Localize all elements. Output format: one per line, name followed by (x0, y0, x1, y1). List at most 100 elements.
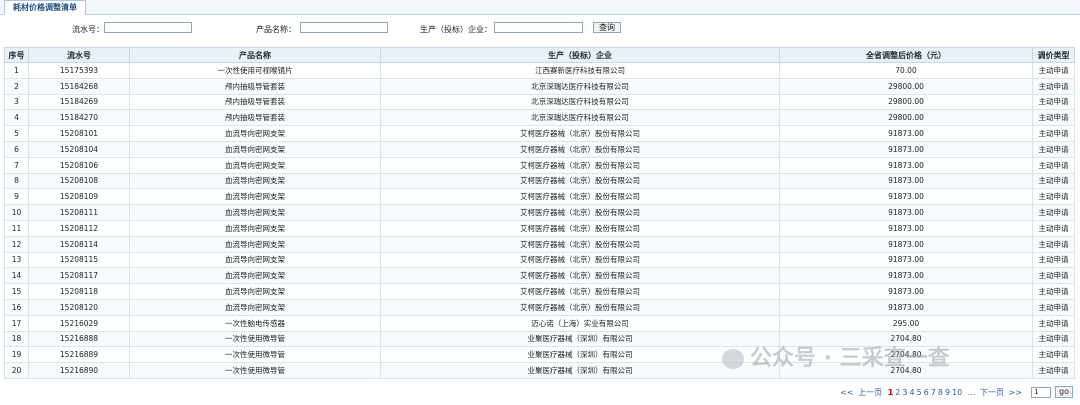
cell-price: 70.00 (779, 62, 1033, 79)
cell-price: 91873.00 (779, 267, 1033, 285)
pagination: << 上一页 12345678910 ... 下一页 >> go (839, 386, 1074, 400)
cell-type: 主动申请 (1032, 283, 1075, 300)
table-row: 5 15208101 血流导向密网支架 艾柯医疗器械（北京）股份有限公司 91873.0… (4, 125, 1075, 142)
pager-last[interactable]: >> (1009, 388, 1022, 397)
pager-pages: 1 2 3 4 5 6 7 8 9 10 (887, 388, 964, 397)
cell-product: 血流导向密网支架 (129, 235, 381, 253)
pager-prev[interactable]: 上一页 (858, 388, 882, 397)
table-row: 9 15208109 血流导向密网支架 艾柯医疗器械（北京）股份有限公司 91873.0… (4, 188, 1075, 206)
cell-product: 一次性脑电传感器 (129, 314, 381, 332)
query-button[interactable]: 查询 (593, 22, 621, 33)
cell-type: 主动申请 (1032, 235, 1075, 253)
col-header-index: 序号 (4, 47, 29, 63)
table-row: 6 15208104 血流导向密网支架 艾柯医疗器械（北京）股份有限公司 91873.0… (4, 140, 1075, 158)
cell-maker: 艾柯医疗器械（北京）股份有限公司 (380, 267, 780, 285)
cell-maker: 北京深瑞达医疗科技有限公司 (380, 109, 780, 127)
cell-maker: 艾柯医疗器械（北京）股份有限公司 (380, 188, 780, 206)
table-row: 7 15208106 血流导向密网支架 艾柯医疗器械（北京）股份有限公司 91873.0… (4, 156, 1075, 174)
cell-serial: 15208112 (28, 219, 130, 237)
search-form: 流水号： 产品名称： 生产（投标）企业： 查询 (0, 18, 1080, 40)
cell-maker: 业聚医疗器械（深圳）有限公司 (380, 346, 780, 364)
cell-price: 91873.00 (779, 125, 1033, 142)
cell-type: 主动申请 (1032, 172, 1075, 190)
cell-serial: 15216888 (28, 330, 130, 348)
cell-type: 主动申请 (1032, 314, 1075, 332)
cell-type: 主动申请 (1032, 251, 1075, 269)
pager-page-4[interactable]: 4 (909, 388, 914, 397)
pager-page-2[interactable]: 2 (895, 388, 900, 397)
cell-product: 颅内抽吸导管套装 (129, 77, 381, 95)
col-header-maker: 生产（投标）企业 (380, 47, 780, 63)
pager-page-6[interactable]: 6 (924, 388, 929, 397)
go-button[interactable]: go (1055, 386, 1073, 398)
cell-product: 一次性使用微导管 (129, 346, 381, 364)
pager-page-5[interactable]: 5 (917, 388, 922, 397)
cell-price: 91873.00 (779, 219, 1033, 237)
table-row: 14 15208117 血流导向密网支架 艾柯医疗器械（北京）股份有限公司 91873.… (4, 267, 1075, 285)
cell-type: 主动申请 (1032, 109, 1075, 127)
serial-label: 流水号： (72, 25, 104, 34)
cell-index: 14 (4, 267, 29, 285)
cell-index: 8 (4, 172, 29, 190)
table-row: 15 15208118 血流导向密网支架 艾柯医疗器械（北京）股份有限公司 91873.… (4, 283, 1075, 300)
cell-serial: 15184269 (28, 93, 130, 111)
cell-maker: 艾柯医疗器械（北京）股份有限公司 (380, 125, 780, 142)
cell-serial: 15175393 (28, 62, 130, 79)
cell-product: 血流导向密网支架 (129, 188, 381, 206)
cell-serial: 15216889 (28, 346, 130, 364)
cell-price: 91873.00 (779, 283, 1033, 300)
cell-index: 4 (4, 109, 29, 127)
pager-next[interactable]: 下一页 (980, 388, 1004, 397)
cell-price: 91873.00 (779, 235, 1033, 253)
cell-index: 15 (4, 283, 29, 300)
cell-index: 3 (4, 93, 29, 111)
pager-page-7[interactable]: 7 (931, 388, 936, 397)
cell-product: 血流导向密网支架 (129, 283, 381, 300)
product-input[interactable] (300, 22, 388, 33)
cell-product: 血流导向密网支架 (129, 219, 381, 237)
cell-maker: 艾柯医疗器械（北京）股份有限公司 (380, 204, 780, 221)
cell-type: 主动申请 (1032, 267, 1075, 285)
table-row: 11 15208112 血流导向密网支架 艾柯医疗器械（北京）股份有限公司 91873.… (4, 219, 1075, 237)
cell-maker: 业聚医疗器械（深圳）有限公司 (380, 330, 780, 348)
cell-index: 2 (4, 77, 29, 95)
cell-type: 主动申请 (1032, 298, 1075, 316)
cell-product: 血流导向密网支架 (129, 140, 381, 158)
cell-type: 主动申请 (1032, 362, 1075, 379)
pager-page-3[interactable]: 3 (902, 388, 907, 397)
cell-serial: 15208120 (28, 298, 130, 316)
cell-index: 6 (4, 140, 29, 158)
cell-price: 91873.00 (779, 156, 1033, 174)
pager-page-10[interactable]: 10 (952, 388, 962, 397)
pager-page-9[interactable]: 9 (945, 388, 950, 397)
cell-price: 91873.00 (779, 140, 1033, 158)
cell-price: 91873.00 (779, 204, 1033, 221)
cell-product: 血流导向密网支架 (129, 267, 381, 285)
cell-type: 主动申请 (1032, 346, 1075, 364)
cell-maker: 艾柯医疗器械（北京）股份有限公司 (380, 298, 780, 316)
pager-first[interactable]: << (840, 388, 853, 397)
tab-price-adjust-list[interactable]: 耗材价格调整清单 (4, 0, 86, 15)
cell-maker: 艾柯医疗器械（北京）股份有限公司 (380, 283, 780, 300)
cell-index: 20 (4, 362, 29, 379)
cell-maker: 艾柯医疗器械（北京）股份有限公司 (380, 140, 780, 158)
table-header-row: 序号 流水号 产品名称 生产（投标）企业 全省调整后价格（元） 调价类型 (4, 47, 1075, 63)
table-row: 13 15208115 血流导向密网支架 艾柯医疗器械（北京）股份有限公司 91873.… (4, 251, 1075, 269)
page-number-input[interactable] (1031, 386, 1052, 398)
cell-index: 7 (4, 156, 29, 174)
maker-input[interactable] (494, 22, 583, 33)
cell-type: 主动申请 (1032, 93, 1075, 111)
col-header-product: 产品名称 (129, 47, 381, 63)
col-header-type: 调价类型 (1032, 47, 1075, 63)
cell-type: 主动申请 (1032, 125, 1075, 142)
table-row: 4 15184270 颅内抽吸导管套装 北京深瑞达医疗科技有限公司 29800.00 主动… (4, 109, 1075, 127)
cell-index: 12 (4, 235, 29, 253)
cell-product: 一次性使用微导管 (129, 330, 381, 348)
cell-product: 血流导向密网支架 (129, 298, 381, 316)
pager-page-1[interactable]: 1 (888, 388, 894, 397)
serial-input[interactable] (104, 22, 192, 33)
pager-ellipsis: ... (967, 387, 976, 397)
pager-page-8[interactable]: 8 (938, 388, 943, 397)
maker-label: 生产（投标）企业： (420, 25, 492, 34)
cell-product: 血流导向密网支架 (129, 251, 381, 269)
